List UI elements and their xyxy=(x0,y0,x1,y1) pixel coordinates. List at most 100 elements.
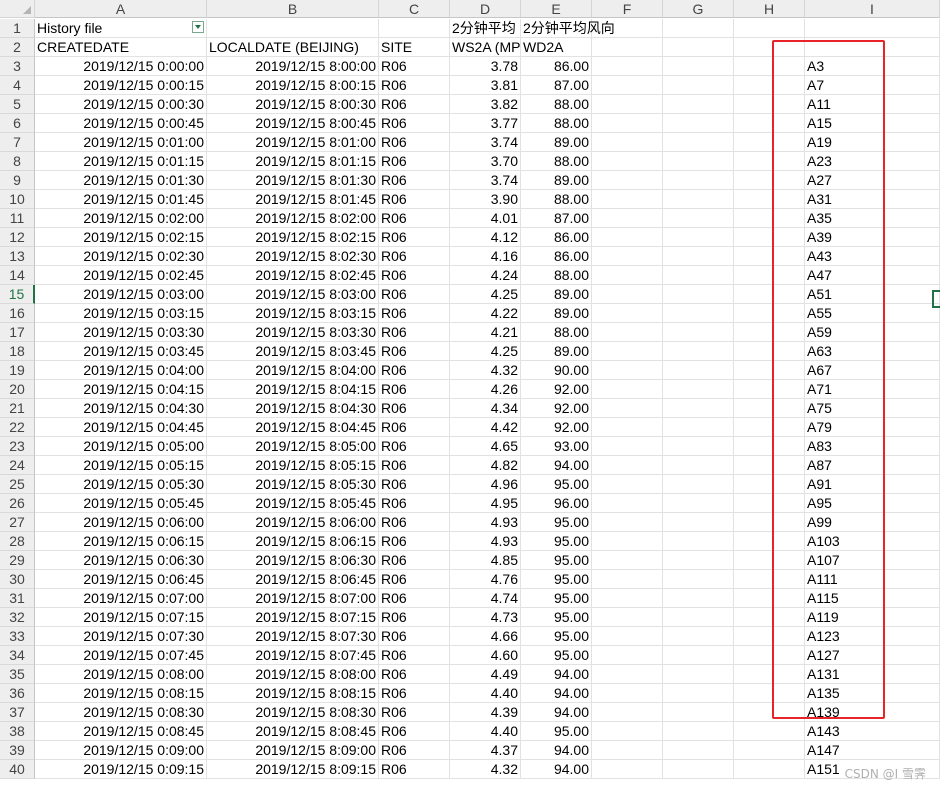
cell-c[interactable]: R06 xyxy=(379,418,450,437)
cell-h[interactable] xyxy=(734,19,805,38)
cell-f[interactable] xyxy=(592,627,663,646)
cell-d[interactable]: 4.76 xyxy=(450,570,521,589)
cell-i[interactable] xyxy=(805,19,940,38)
cell-c[interactable]: R06 xyxy=(379,190,450,209)
cell-h[interactable] xyxy=(734,646,805,665)
cell-e[interactable]: 86.00 xyxy=(521,247,592,266)
cell-b[interactable]: 2019/12/15 8:06:00 xyxy=(207,513,379,532)
row-header-17[interactable]: 17 xyxy=(0,323,35,342)
cell-f[interactable] xyxy=(592,133,663,152)
cell-e[interactable]: 95.00 xyxy=(521,589,592,608)
row-header-29[interactable]: 29 xyxy=(0,551,35,570)
cell-a[interactable]: 2019/12/15 0:00:00 xyxy=(35,57,207,76)
cell-c[interactable]: R06 xyxy=(379,722,450,741)
row-header-3[interactable]: 3 xyxy=(0,57,35,76)
cell-f[interactable] xyxy=(592,760,663,779)
cell-b[interactable]: 2019/12/15 8:03:15 xyxy=(207,304,379,323)
row-header-24[interactable]: 24 xyxy=(0,456,35,475)
cell-d[interactable]: 4.39 xyxy=(450,703,521,722)
cell-e[interactable]: 94.00 xyxy=(521,741,592,760)
cell-c[interactable]: R06 xyxy=(379,646,450,665)
cell-d[interactable]: 4.40 xyxy=(450,684,521,703)
cell-g[interactable] xyxy=(663,399,734,418)
cell-a[interactable]: 2019/12/15 0:00:45 xyxy=(35,114,207,133)
cell-b[interactable]: 2019/12/15 8:04:45 xyxy=(207,418,379,437)
cell-e[interactable]: 92.00 xyxy=(521,399,592,418)
cell-b[interactable]: 2019/12/15 8:05:30 xyxy=(207,475,379,494)
cell-g[interactable] xyxy=(663,190,734,209)
cell-d[interactable]: 4.21 xyxy=(450,323,521,342)
cell-e[interactable]: 92.00 xyxy=(521,380,592,399)
cell-e[interactable]: 86.00 xyxy=(521,57,592,76)
row-header-25[interactable]: 25 xyxy=(0,475,35,494)
cell-i[interactable]: A135 xyxy=(805,684,940,703)
cell-f[interactable] xyxy=(592,19,663,38)
cell-h[interactable] xyxy=(734,95,805,114)
cell-c[interactable]: R06 xyxy=(379,133,450,152)
cell-f[interactable] xyxy=(592,342,663,361)
cell-g[interactable] xyxy=(663,361,734,380)
cell-e[interactable]: 89.00 xyxy=(521,171,592,190)
cell-f[interactable] xyxy=(592,665,663,684)
cell-b[interactable]: 2019/12/15 8:04:15 xyxy=(207,380,379,399)
cell-b[interactable]: 2019/12/15 8:02:30 xyxy=(207,247,379,266)
cell-h[interactable] xyxy=(734,589,805,608)
cell-b[interactable]: 2019/12/15 8:00:15 xyxy=(207,76,379,95)
cell-e[interactable]: 95.00 xyxy=(521,627,592,646)
column-header-d[interactable]: D xyxy=(450,0,521,18)
cell-e[interactable]: 89.00 xyxy=(521,304,592,323)
cell-i[interactable]: A23 xyxy=(805,152,940,171)
cell-c[interactable]: R06 xyxy=(379,551,450,570)
cell-f[interactable] xyxy=(592,76,663,95)
cell-d[interactable]: 4.49 xyxy=(450,665,521,684)
cell-a[interactable]: 2019/12/15 0:04:15 xyxy=(35,380,207,399)
cell-d[interactable]: 3.77 xyxy=(450,114,521,133)
cell-d[interactable]: 4.74 xyxy=(450,589,521,608)
cell-a[interactable]: 2019/12/15 0:04:30 xyxy=(35,399,207,418)
cell-d[interactable]: 3.74 xyxy=(450,133,521,152)
cell-e[interactable]: 94.00 xyxy=(521,703,592,722)
column-header-i[interactable]: I xyxy=(805,0,940,18)
cell-b[interactable]: 2019/12/15 8:00:30 xyxy=(207,95,379,114)
cell-d[interactable]: 3.74 xyxy=(450,171,521,190)
cell-f[interactable] xyxy=(592,152,663,171)
row-header-12[interactable]: 12 xyxy=(0,228,35,247)
cell-f[interactable] xyxy=(592,608,663,627)
cell-i[interactable] xyxy=(805,38,940,57)
row-header-11[interactable]: 11 xyxy=(0,209,35,228)
cell-c[interactable]: R06 xyxy=(379,323,450,342)
cell-i[interactable]: A83 xyxy=(805,437,940,456)
cell-d[interactable]: 4.25 xyxy=(450,342,521,361)
cell-h[interactable] xyxy=(734,418,805,437)
cell-a[interactable]: 2019/12/15 0:02:00 xyxy=(35,209,207,228)
row-header-10[interactable]: 10 xyxy=(0,190,35,209)
row-header-36[interactable]: 36 xyxy=(0,684,35,703)
cell-i[interactable]: A111 xyxy=(805,570,940,589)
cell-a[interactable]: 2019/12/15 0:08:15 xyxy=(35,684,207,703)
cell-e[interactable]: 95.00 xyxy=(521,532,592,551)
cell-b[interactable]: 2019/12/15 8:03:45 xyxy=(207,342,379,361)
cell-c[interactable]: R06 xyxy=(379,76,450,95)
cell-b[interactable]: 2019/12/15 8:02:00 xyxy=(207,209,379,228)
cell-h[interactable] xyxy=(734,722,805,741)
cell-c[interactable]: R06 xyxy=(379,475,450,494)
cell-e[interactable]: 92.00 xyxy=(521,418,592,437)
cell-i[interactable]: A35 xyxy=(805,209,940,228)
cell-i[interactable]: A7 xyxy=(805,76,940,95)
cell-f[interactable] xyxy=(592,741,663,760)
cell-c[interactable]: R06 xyxy=(379,247,450,266)
cell-c[interactable]: R06 xyxy=(379,665,450,684)
row-header-26[interactable]: 26 xyxy=(0,494,35,513)
row-header-37[interactable]: 37 xyxy=(0,703,35,722)
cell-a[interactable]: 2019/12/15 0:04:45 xyxy=(35,418,207,437)
cell-g[interactable] xyxy=(663,209,734,228)
cell-g[interactable] xyxy=(663,171,734,190)
cell-a[interactable]: 2019/12/15 0:05:00 xyxy=(35,437,207,456)
cell-g[interactable] xyxy=(663,722,734,741)
cell-c[interactable]: R06 xyxy=(379,285,450,304)
cell-g[interactable] xyxy=(663,627,734,646)
column-header-a[interactable]: A xyxy=(35,0,207,18)
cell-i[interactable]: A31 xyxy=(805,190,940,209)
cell-i[interactable]: A27 xyxy=(805,171,940,190)
cell-h[interactable] xyxy=(734,323,805,342)
